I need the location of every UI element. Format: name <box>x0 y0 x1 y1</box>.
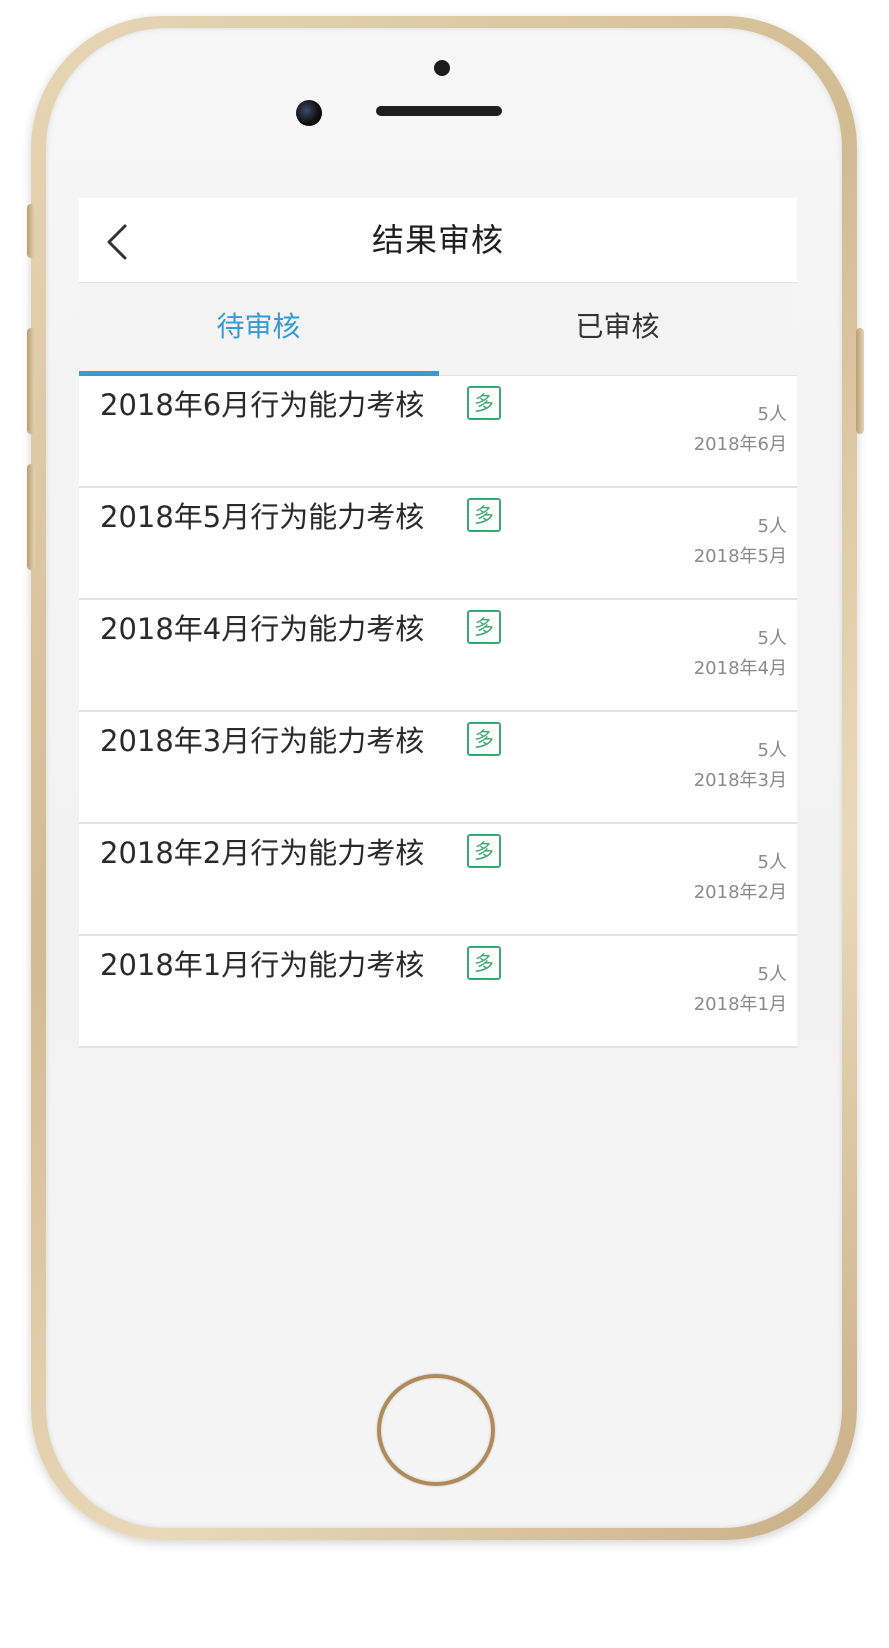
list-item[interactable]: 2018年6月行为能力考核 多 5人 2018年6月 <box>79 376 797 488</box>
item-title: 2018年6月行为能力考核 <box>100 388 425 422</box>
item-date: 2018年4月 <box>693 658 787 679</box>
list-item[interactable]: 2018年3月行为能力考核 多 5人 2018年3月 <box>79 712 797 824</box>
item-count: 5人 <box>757 740 787 761</box>
silent-switch <box>27 204 35 258</box>
item-count: 5人 <box>757 404 787 425</box>
page: 结果审核 待审核 已审核 2018年6月行为能力考核 多 5人 2018年6月 … <box>0 0 889 1648</box>
tab-reviewed[interactable]: 已审核 <box>438 283 797 375</box>
tab-bar: 待审核 已审核 <box>79 283 797 376</box>
app-screen: 结果审核 待审核 已审核 2018年6月行为能力考核 多 5人 2018年6月 … <box>79 198 797 1350</box>
item-date: 2018年5月 <box>693 546 787 567</box>
multi-badge: 多 <box>467 610 501 644</box>
list-item[interactable]: 2018年5月行为能力考核 多 5人 2018年5月 <box>79 488 797 600</box>
volume-down-button <box>27 464 35 570</box>
multi-badge: 多 <box>467 722 501 756</box>
item-title: 2018年5月行为能力考核 <box>100 500 425 534</box>
list-item[interactable]: 2018年1月行为能力考核 多 5人 2018年1月 <box>79 936 797 1048</box>
item-count: 5人 <box>757 628 787 649</box>
earpiece-speaker <box>376 106 502 116</box>
list-item[interactable]: 2018年4月行为能力考核 多 5人 2018年4月 <box>79 600 797 712</box>
item-title: 2018年2月行为能力考核 <box>100 836 425 870</box>
item-date: 2018年6月 <box>693 434 787 455</box>
multi-badge: 多 <box>467 498 501 532</box>
power-button <box>856 328 864 434</box>
multi-badge: 多 <box>467 946 501 980</box>
list-item[interactable]: 2018年2月行为能力考核 多 5人 2018年2月 <box>79 824 797 936</box>
item-count: 5人 <box>757 964 787 985</box>
multi-badge: 多 <box>467 834 501 868</box>
multi-badge: 多 <box>467 386 501 420</box>
item-date: 2018年1月 <box>693 994 787 1015</box>
tab-pending[interactable]: 待审核 <box>79 283 438 375</box>
page-title: 结果审核 <box>371 221 504 259</box>
item-title: 2018年3月行为能力考核 <box>100 724 425 758</box>
proximity-sensor <box>434 60 450 76</box>
item-title: 2018年1月行为能力考核 <box>100 948 425 982</box>
volume-up-button <box>27 328 35 434</box>
item-date: 2018年3月 <box>693 770 787 791</box>
item-count: 5人 <box>757 852 787 873</box>
front-camera-icon <box>296 100 322 126</box>
item-date: 2018年2月 <box>693 882 787 903</box>
nav-bar: 结果审核 <box>79 198 797 283</box>
item-title: 2018年4月行为能力考核 <box>100 612 425 646</box>
home-button[interactable] <box>377 1374 495 1486</box>
review-list: 2018年6月行为能力考核 多 5人 2018年6月 2018年5月行为能力考核… <box>79 376 797 1048</box>
item-count: 5人 <box>757 516 787 537</box>
